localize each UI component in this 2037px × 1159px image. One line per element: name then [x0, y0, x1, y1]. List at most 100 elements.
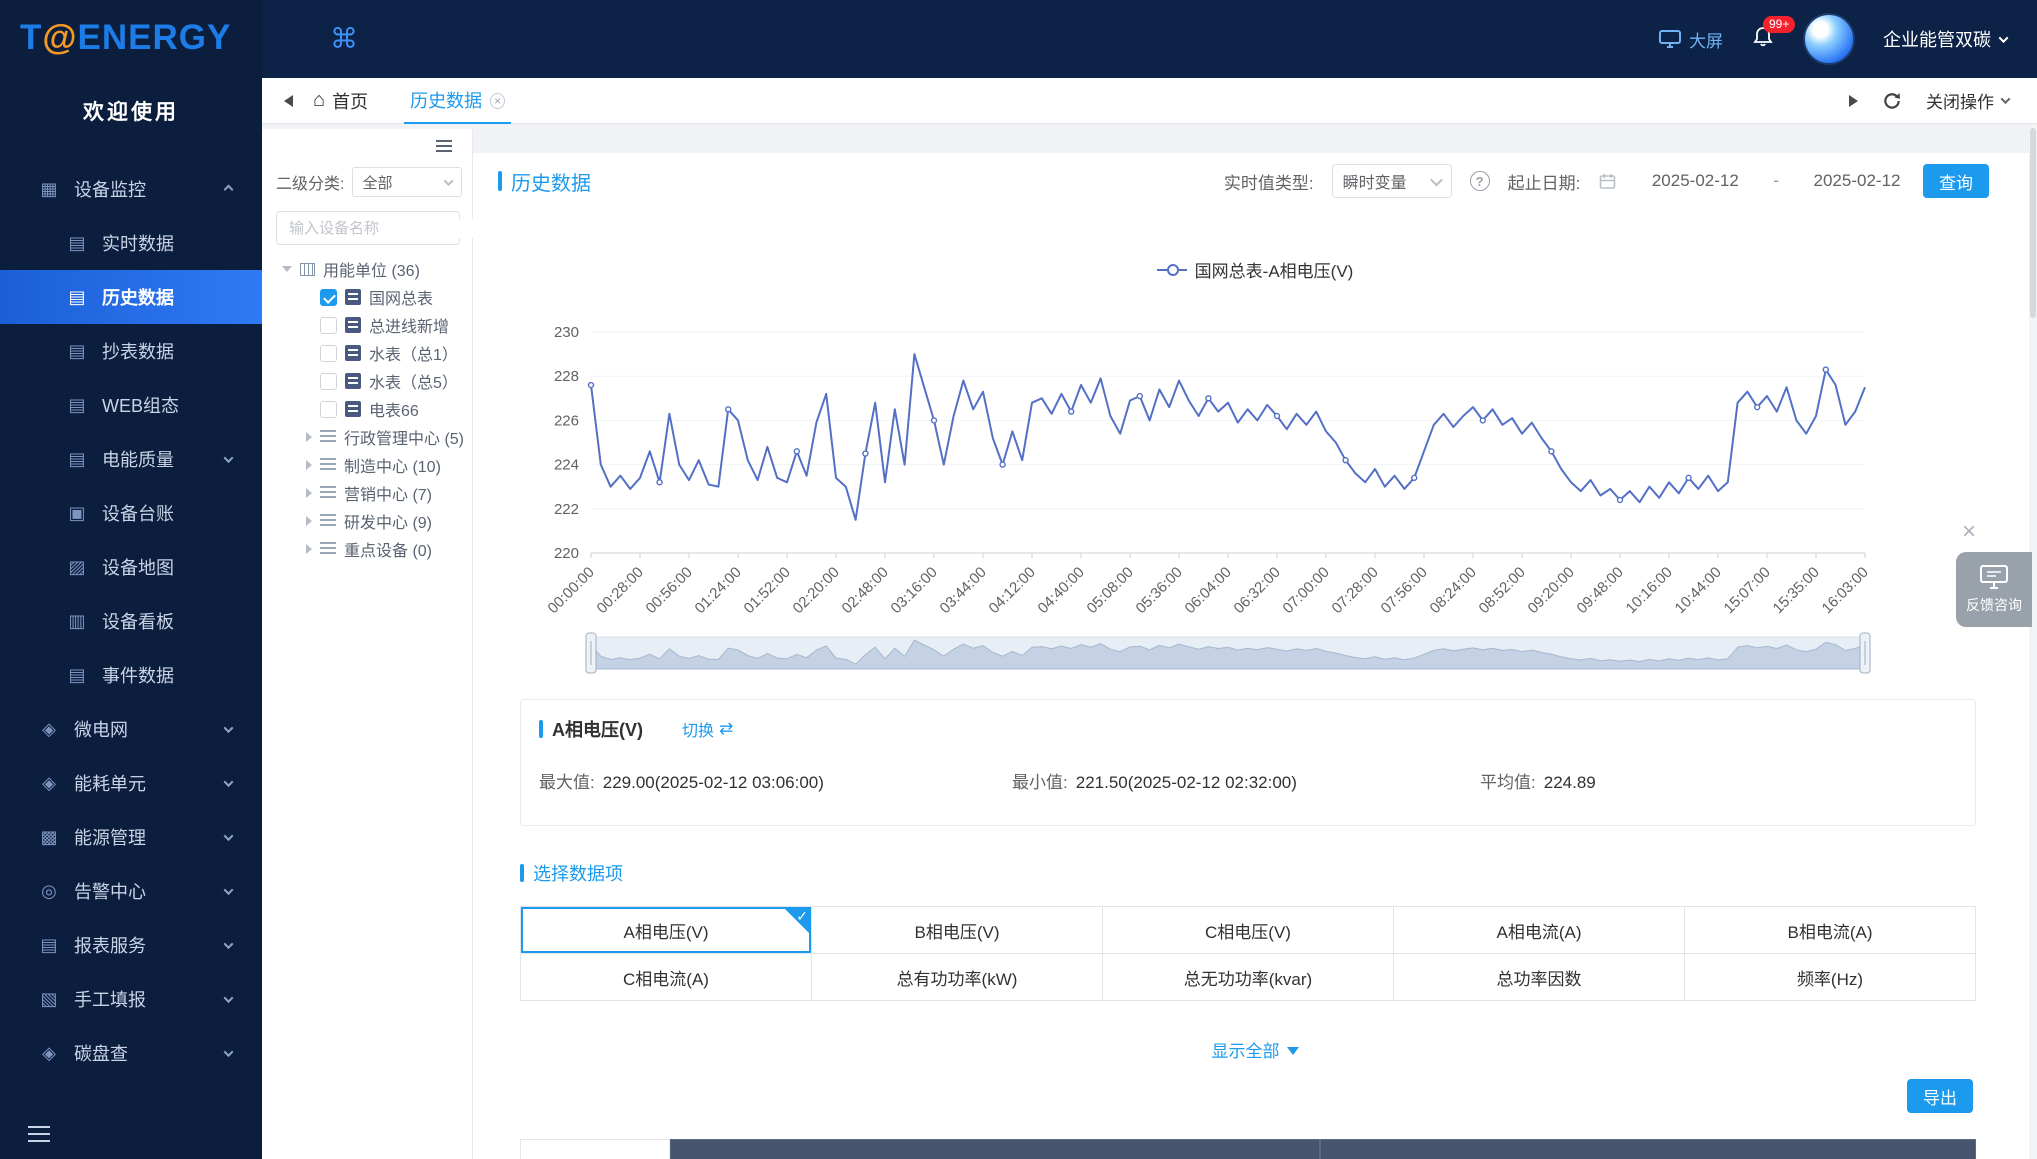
doc-icon: ▤: [64, 665, 90, 686]
tabs-scroll-left-icon[interactable]: [284, 95, 293, 107]
checkbox[interactable]: [320, 317, 337, 334]
expand-arrow-icon[interactable]: [306, 516, 312, 526]
sidebar-item-history-data[interactable]: ▤历史数据: [0, 270, 262, 324]
refresh-icon[interactable]: [1882, 91, 1902, 111]
sidebar-item-device-monitor[interactable]: ▦设备监控: [0, 162, 262, 216]
apps-icon[interactable]: [330, 22, 358, 55]
sidebar-item-web-scada[interactable]: ▤WEB组态: [0, 378, 262, 432]
sidebar-item-device-board[interactable]: ▥设备看板: [0, 594, 262, 648]
chevron-down-icon: [1999, 33, 2009, 43]
table-header-cell: [1320, 1139, 1976, 1159]
device-search-input[interactable]: [287, 219, 490, 238]
realtime-type-value: 瞬时变量: [1343, 169, 1407, 193]
tree-item-label: 国网总表: [369, 285, 433, 309]
feedback-close-icon[interactable]: [1962, 518, 1976, 546]
sidebar-item-carbon-check[interactable]: ◈碳盘查: [0, 1026, 262, 1080]
end-date[interactable]: 2025-02-12: [1809, 171, 1905, 191]
data-item-button[interactable]: 频率(Hz): [1685, 954, 1976, 1001]
sidebar-item-alarm-center[interactable]: ◎告警中心: [0, 864, 262, 918]
feedback-tab[interactable]: 反馈咨询: [1956, 552, 2032, 627]
sidebar-item-device-map[interactable]: ▨设备地图: [0, 540, 262, 594]
data-item-button[interactable]: 总无功功率(kvar): [1103, 954, 1394, 1001]
tree-item-meter[interactable]: 总进线新增: [262, 311, 472, 339]
tree-item-group[interactable]: 制造中心 (10): [262, 451, 472, 479]
data-item-button[interactable]: A相电流(A): [1394, 907, 1685, 954]
tree-item-label: 研发中心 (9): [344, 509, 432, 533]
sidebar-item-label: 告警中心: [74, 878, 146, 904]
close-tab-icon[interactable]: [490, 92, 505, 108]
scrollbar-thumb[interactable]: [2030, 128, 2036, 318]
tree-item-meter[interactable]: 水表（总5）: [262, 367, 472, 395]
tree-item-group[interactable]: 重点设备 (0): [262, 535, 472, 563]
sidebar-item-energy-mgmt[interactable]: ▩能源管理: [0, 810, 262, 864]
expand-arrow-icon[interactable]: [306, 488, 312, 498]
data-item-button[interactable]: B相电压(V): [812, 907, 1103, 954]
tree-item-meter[interactable]: 水表（总1）: [262, 339, 472, 367]
expand-arrow-icon[interactable]: [306, 432, 312, 442]
sidebar-item-manual-report[interactable]: ▧手工填报: [0, 972, 262, 1026]
sidebar-item-device-ledger[interactable]: ▣设备台账: [0, 486, 262, 540]
sidebar-item-power-quality[interactable]: ▤电能质量: [0, 432, 262, 486]
home-tab-label: 首页: [332, 88, 368, 114]
sidebar-item-microgrid[interactable]: ◈微电网: [0, 702, 262, 756]
sidebar-item-meter-reading-data[interactable]: ▤抄表数据: [0, 324, 262, 378]
checkbox[interactable]: [320, 373, 337, 390]
realtime-type-select[interactable]: 瞬时变量: [1332, 164, 1452, 198]
big-screen-button[interactable]: 大屏: [1658, 27, 1723, 52]
start-date[interactable]: 2025-02-12: [1647, 171, 1743, 191]
data-item-button[interactable]: C相电压(V): [1103, 907, 1394, 954]
data-item-button[interactable]: A相电压(V): [521, 907, 812, 954]
checkbox[interactable]: [320, 345, 337, 362]
datazoom-navigator[interactable]: [586, 633, 1870, 673]
sidebar-collapse-icon[interactable]: [28, 1133, 50, 1135]
tree-item-group[interactable]: 行政管理中心 (5): [262, 423, 472, 451]
date-range-picker[interactable]: 2025-02-12 - 2025-02-12: [1598, 171, 1905, 191]
svg-text:07:00:00: 07:00:00: [1280, 564, 1333, 617]
tree-item-label: 营销中心 (7): [344, 481, 432, 505]
sidebar-item-label: 事件数据: [102, 662, 174, 688]
avg-stat: 平均值:224.89: [1480, 768, 1596, 793]
show-all-button[interactable]: 显示全部: [473, 1037, 2037, 1062]
notifications-button[interactable]: 99+: [1751, 25, 1775, 54]
data-item-button[interactable]: C相电流(A): [521, 954, 812, 1001]
data-item-button[interactable]: 总功率因数: [1394, 954, 1685, 1001]
org-menu[interactable]: 企业能管双碳: [1883, 26, 2007, 52]
sidebar-item-realtime-data[interactable]: ▤实时数据: [0, 216, 262, 270]
title-accent-bar: [498, 171, 502, 191]
tabs-scroll-right-icon[interactable]: [1849, 95, 1858, 107]
tree-item-meter[interactable]: 电表66: [262, 395, 472, 423]
meter-icon: [345, 345, 361, 361]
home-tab[interactable]: 首页: [313, 88, 368, 114]
sidebar-item-event-data[interactable]: ▤ 事件数据: [0, 648, 262, 702]
layers-icon: [320, 514, 336, 528]
collapse-arrow-icon[interactable]: [282, 266, 292, 272]
tree-item-label: 总进线新增: [369, 313, 449, 337]
tree-menu-icon[interactable]: [436, 145, 452, 147]
checkbox[interactable]: [320, 289, 337, 306]
close-operations-menu[interactable]: 关闭操作: [1926, 88, 2009, 113]
logo[interactable]: T@ENERGY: [20, 18, 231, 58]
sidebar-item-energy-unit[interactable]: ◈能耗单元: [0, 756, 262, 810]
avatar[interactable]: [1803, 13, 1855, 65]
category-select[interactable]: 全部: [352, 167, 462, 197]
data-item-button[interactable]: B相电流(A): [1685, 907, 1976, 954]
chevron-down-icon: [224, 993, 234, 1003]
data-item-button[interactable]: 总有功功率(kW): [812, 954, 1103, 1001]
query-button[interactable]: 查询: [1923, 164, 1989, 198]
page-scrollbar[interactable]: [2029, 124, 2037, 1159]
expand-arrow-icon[interactable]: [306, 544, 312, 554]
tree-item-meter[interactable]: 国网总表: [262, 283, 472, 311]
tree-item-group[interactable]: 营销中心 (7): [262, 479, 472, 507]
legend-item[interactable]: 国网总表-A相电压(V): [1157, 257, 1354, 282]
expand-arrow-icon[interactable]: [306, 460, 312, 470]
tab-history-data[interactable]: 历史数据: [404, 78, 511, 124]
tree-root[interactable]: 用能单位 (36): [262, 255, 472, 283]
chevron-down-icon: [224, 939, 234, 949]
sidebar-item-report-service[interactable]: ▤报表服务: [0, 918, 262, 972]
checkbox[interactable]: [320, 401, 337, 418]
help-icon[interactable]: [1470, 171, 1490, 191]
switch-link[interactable]: 切换: [682, 717, 733, 741]
tree-item-group[interactable]: 研发中心 (9): [262, 507, 472, 535]
export-button[interactable]: 导出: [1907, 1079, 1973, 1113]
svg-text:02:48:00: 02:48:00: [839, 564, 892, 617]
